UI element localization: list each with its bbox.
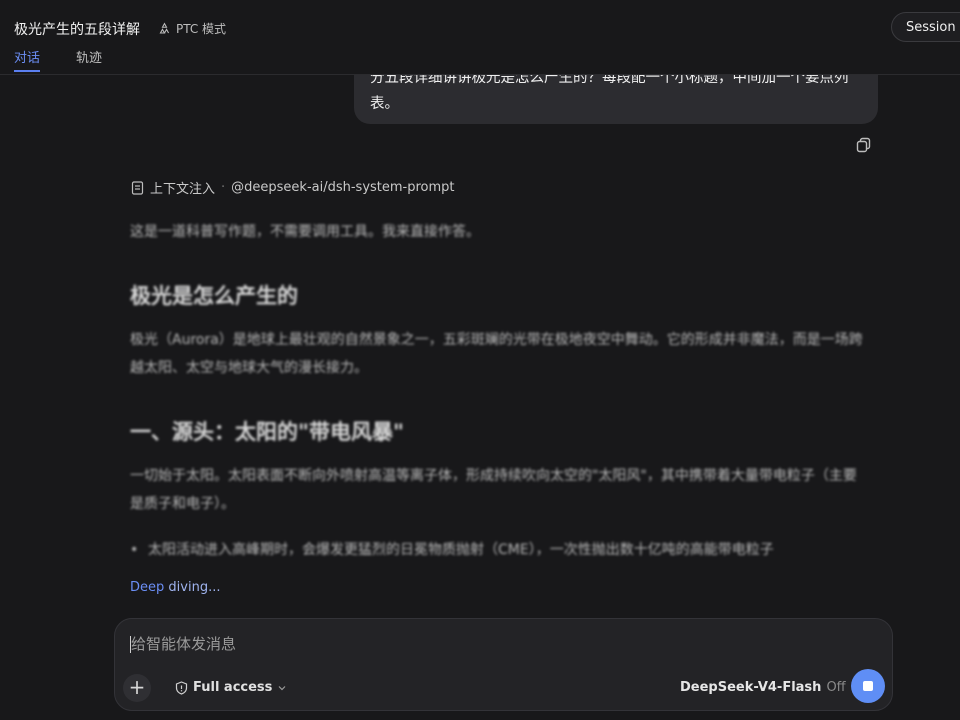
bullet-marker: • bbox=[130, 542, 139, 558]
shield-icon bbox=[175, 680, 188, 695]
model-mode: Off bbox=[826, 680, 846, 695]
active-tab-indicator bbox=[14, 70, 40, 72]
separator-dot: · bbox=[221, 180, 226, 195]
document-icon bbox=[131, 180, 144, 195]
tab-trajectory[interactable]: 轨迹 bbox=[76, 47, 102, 66]
recycle-icon bbox=[159, 22, 170, 34]
top-bar: 极光产生的五段详解 PTC 模式 Session lo 对话 轨迹 bbox=[0, 0, 960, 75]
message-input[interactable]: 给智能体发消息 bbox=[131, 633, 236, 654]
status-word-2: diving... bbox=[168, 580, 221, 595]
context-injection[interactable]: 上下文注入 · @deepseek-ai/dsh-system-prompt bbox=[131, 178, 455, 197]
stop-icon bbox=[863, 681, 873, 691]
access-selector[interactable]: Full access bbox=[175, 680, 287, 695]
mode-indicator[interactable]: PTC 模式 bbox=[158, 20, 226, 37]
model-selector[interactable]: DeepSeek-V4-Flash Off bbox=[680, 680, 861, 695]
answer-heading-1: 极光是怎么产生的 bbox=[130, 284, 298, 308]
page-title: 极光产生的五段详解 bbox=[14, 22, 140, 38]
stop-generation-button[interactable] bbox=[851, 669, 885, 703]
message-composer[interactable] bbox=[114, 618, 893, 711]
answer-heading-2: 一、源头：太阳的"带电风暴" bbox=[130, 420, 404, 444]
model-name: DeepSeek-V4-Flash bbox=[680, 680, 822, 695]
chevron-down-icon bbox=[278, 685, 286, 690]
plus-icon: + bbox=[128, 675, 146, 699]
status-word-1: Deep bbox=[130, 580, 165, 595]
copy-icon[interactable] bbox=[855, 136, 873, 154]
streaming-status: Deep diving... bbox=[130, 580, 220, 595]
add-attachment-button[interactable]: + bbox=[123, 674, 151, 702]
answer-bullet-item: • 太阳活动进入高峰期时，会爆发更猛烈的日冕物质抛射（CME），一次性抛出数十亿吨… bbox=[130, 536, 774, 564]
context-injection-label: 上下文注入 bbox=[150, 182, 216, 197]
answer-intro: 这是一道科普写作题，不需要调用工具。我来直接作答。 bbox=[130, 224, 480, 240]
answer-paragraph-2: 一切始于太阳。太阳表面不断向外喷射高温等离子体，形成持续吹向太空的"太阳风"，其… bbox=[130, 468, 857, 512]
mode-label: PTC 模式 bbox=[176, 22, 227, 36]
session-button[interactable]: Session lo bbox=[891, 12, 960, 42]
answer-bullet-text: 太阳活动进入高峰期时，会爆发更猛烈的日冕物质抛射（CME），一次性抛出数十亿吨的… bbox=[148, 542, 774, 558]
user-message-text: 分五段详细讲讲极光是怎么产生的？每段配一个小标题，中间加一个要点列表。 bbox=[370, 70, 849, 112]
tab-chat[interactable]: 对话 bbox=[14, 47, 40, 66]
answer-paragraph-1: 极光（Aurora）是地球上最壮观的自然景象之一，五彩斑斓的光带在极地夜空中舞动… bbox=[130, 332, 863, 376]
access-label: Full access bbox=[193, 680, 273, 695]
context-injection-source: @deepseek-ai/dsh-system-prompt bbox=[231, 180, 455, 195]
